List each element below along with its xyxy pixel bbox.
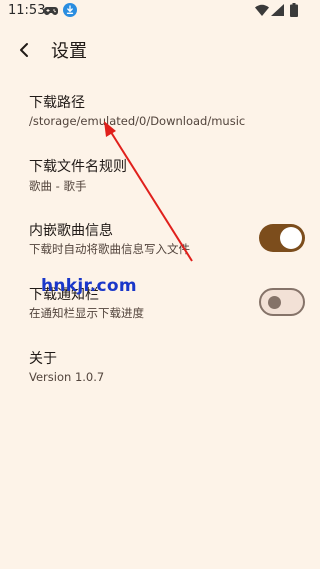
setting-subtitle: 在通知栏显示下载进度 <box>29 306 144 320</box>
setting-embed-song-info[interactable]: 内嵌歌曲信息 下载时自动将歌曲信息写入文件 <box>0 212 320 276</box>
chevron-left-icon <box>20 43 28 57</box>
setting-filename-rule[interactable]: 下载文件名规则 歌曲 - 歌手 <box>0 148 320 212</box>
setting-title: 下载文件名规则 <box>29 159 127 175</box>
back-button[interactable] <box>10 36 38 64</box>
download-notification-icon <box>63 3 77 17</box>
setting-download-path[interactable]: 下载路径 /storage/emulated/0/Download/music <box>0 84 320 148</box>
cellular-signal-icon <box>271 4 284 16</box>
setting-title: 关于 <box>29 351 57 367</box>
setting-subtitle: 歌曲 - 歌手 <box>29 179 87 193</box>
toggle-thumb <box>268 295 281 309</box>
status-time: 11:53 <box>8 3 46 18</box>
status-bar: 11:53 <box>0 0 320 22</box>
toggle-thumb <box>280 227 302 249</box>
download-notification-toggle[interactable] <box>259 288 305 316</box>
setting-about[interactable]: 关于 Version 1.0.7 <box>0 340 320 404</box>
setting-title: 内嵌歌曲信息 <box>29 223 113 239</box>
app-bar: 设置 <box>0 26 320 72</box>
setting-subtitle: Version 1.0.7 <box>29 370 105 384</box>
page-title: 设置 <box>51 41 87 62</box>
gamepad-icon <box>44 7 58 15</box>
battery-icon <box>290 3 298 17</box>
setting-subtitle: /storage/emulated/0/Download/music <box>29 114 246 128</box>
watermark: hnkjr.com <box>41 276 137 296</box>
embed-song-info-toggle[interactable] <box>259 224 305 252</box>
wifi-icon <box>255 4 269 16</box>
setting-subtitle: 下载时自动将歌曲信息写入文件 <box>29 242 190 256</box>
setting-title: 下载路径 <box>29 95 85 111</box>
